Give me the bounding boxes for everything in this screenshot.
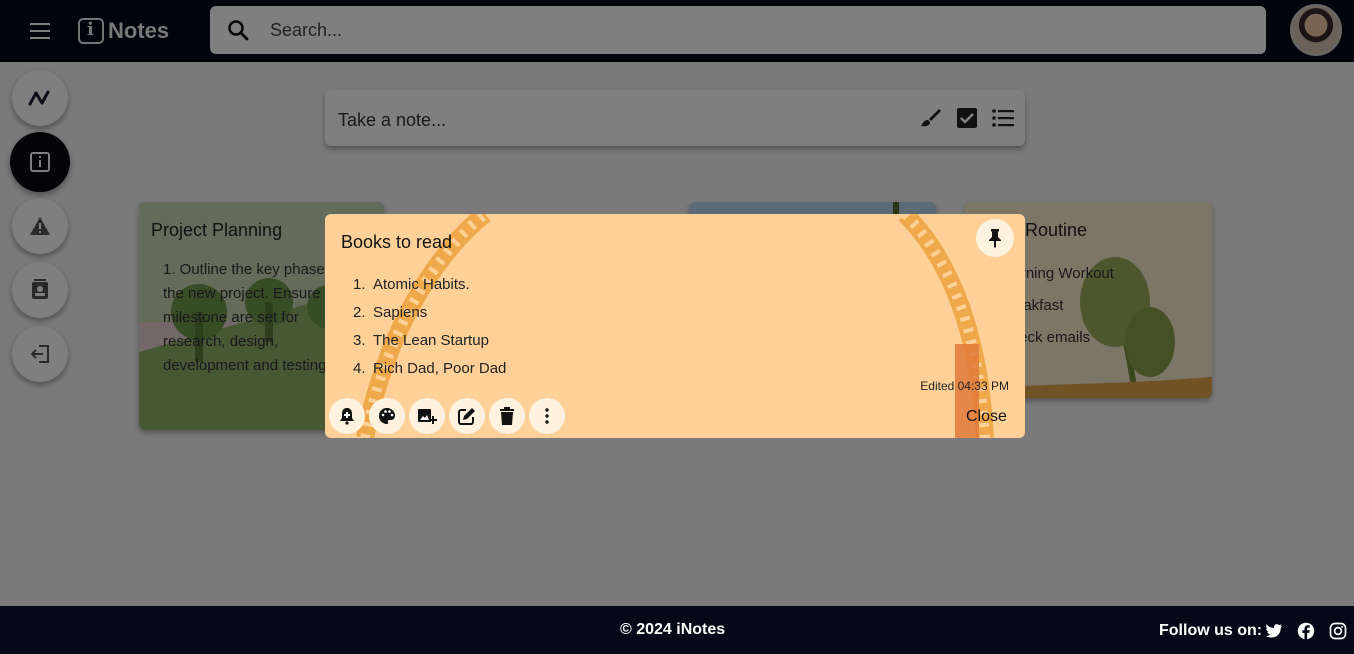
list-item[interactable]: 3. The Lean Startup <box>353 326 506 354</box>
copyright-text: © 2024 iNotes <box>620 621 726 638</box>
note-modal: Books to read 1. Atomic Habits. 2. Sapiens… <box>325 214 1025 438</box>
book-list[interactable]: 1. Atomic Habits. 2. Sapiens 3. The Lean St… <box>353 270 506 382</box>
edit-icon <box>458 408 475 425</box>
add-image-icon <box>418 409 437 424</box>
list-item[interactable]: 4. Rich Dad, Poor Dad <box>353 354 506 382</box>
instagram-icon[interactable] <box>1329 622 1347 640</box>
twitter-icon[interactable] <box>1265 622 1283 640</box>
remind-me-button[interactable] <box>329 398 365 434</box>
bell-plus-icon <box>340 408 354 425</box>
list-text: Atomic Habits. <box>373 275 470 293</box>
footer: © 2024 iNotes Follow us on: <box>0 606 1354 654</box>
facebook-icon[interactable] <box>1297 622 1315 640</box>
close-button[interactable]: Close <box>966 408 1007 426</box>
list-number: 3. <box>353 331 366 349</box>
list-number: 4. <box>353 359 366 377</box>
background-options-button[interactable] <box>369 398 405 434</box>
pin-button[interactable] <box>976 219 1014 257</box>
list-number: 2. <box>353 303 366 321</box>
note-title[interactable]: Books to read <box>341 232 452 253</box>
more-vert-icon <box>545 408 549 424</box>
add-image-button[interactable] <box>409 398 445 434</box>
edit-button[interactable] <box>449 398 485 434</box>
list-text: Rich Dad, Poor Dad <box>373 359 507 377</box>
follow-label: Follow us on: <box>1159 622 1263 639</box>
list-item[interactable]: 2. Sapiens <box>353 298 506 326</box>
list-text: Sapiens <box>373 303 428 321</box>
list-number: 1. <box>353 275 366 293</box>
delete-button[interactable] <box>489 398 525 434</box>
list-item[interactable]: 1. Atomic Habits. <box>353 270 506 298</box>
list-text: The Lean Startup <box>373 331 489 349</box>
pin-icon <box>989 229 1001 248</box>
palette-icon <box>379 408 395 424</box>
trash-icon <box>500 407 514 425</box>
more-options-button[interactable] <box>529 398 565 434</box>
edited-timestamp: Edited 04:33 PM <box>920 379 1009 393</box>
